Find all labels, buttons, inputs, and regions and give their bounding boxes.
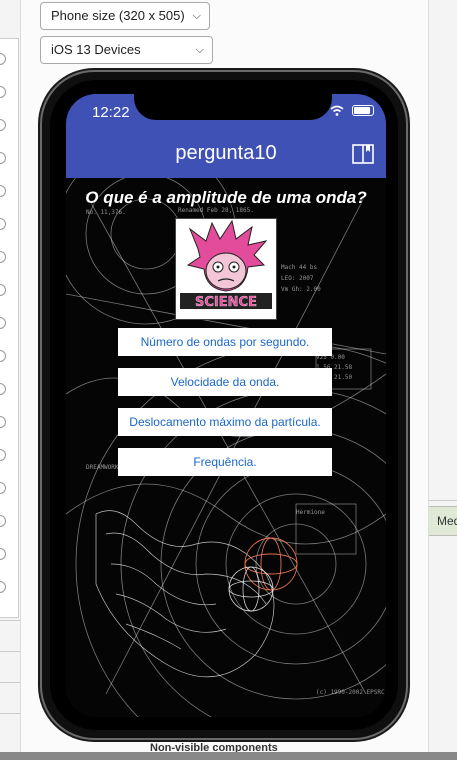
radio-item[interactable] [0, 383, 6, 395]
properties-tab-label: Med [437, 514, 457, 528]
properties-tab[interactable]: Med [429, 506, 457, 536]
radio-item[interactable] [0, 152, 6, 164]
phone-notch [134, 86, 332, 120]
book-icon[interactable] [352, 144, 374, 164]
battery-icon [352, 105, 374, 116]
radio-item[interactable] [0, 449, 6, 461]
device-theme-select[interactable]: iOS 13 Devices ⌵ [40, 36, 213, 64]
chevron-down-icon: ⌵ [195, 44, 204, 56]
radio-item[interactable] [0, 86, 6, 98]
svg-text:LEO: 2007: LEO: 2007 [281, 275, 314, 282]
svg-text:Vm Gh: 2.00: Vm Gh: 2.00 [281, 286, 321, 293]
answer-button-1[interactable]: Número de ondas por segundo. [118, 328, 332, 356]
radio-item[interactable] [0, 251, 6, 263]
radio-item[interactable] [0, 317, 6, 329]
radio-item[interactable] [0, 416, 6, 428]
science-logo-text: SCIENCE [195, 295, 257, 310]
radio-item[interactable] [0, 515, 6, 527]
radio-item[interactable] [0, 350, 6, 362]
svg-text:Hermione: Hermione [296, 509, 325, 516]
wifi-icon [330, 105, 344, 116]
device-size-select[interactable]: Phone size (320 x 505) ⌵ [40, 2, 210, 30]
radio-item[interactable] [0, 53, 6, 65]
svg-text:Mach 44 bs: Mach 44 bs [281, 264, 318, 271]
screen-title: pergunta10 [175, 142, 277, 164]
answer-button-2[interactable]: Velocidade da onda. [118, 368, 332, 396]
radio-item[interactable] [0, 185, 6, 197]
bottom-bar [0, 752, 457, 760]
status-time: 12:22 [92, 104, 130, 121]
phone-screen: No. 11,376. Renamed Feb 28, 1865. Mach 44… [66, 94, 386, 717]
radio-item[interactable] [0, 218, 6, 230]
device-theme-value: iOS 13 Devices [51, 42, 141, 57]
left-rows [0, 620, 20, 744]
app-title-bar: pergunta10 [66, 130, 386, 178]
component-list [0, 38, 19, 618]
divider [429, 500, 457, 501]
svg-text:No. 11,376.: No. 11,376. [86, 209, 126, 216]
radio-item[interactable] [0, 284, 6, 296]
chevron-down-icon: ⌵ [192, 10, 201, 22]
right-panel: Med [428, 0, 457, 760]
radio-item[interactable] [0, 119, 6, 131]
answer-button-3[interactable]: Deslocamento máximo da partícula. [118, 408, 332, 436]
left-row[interactable] [0, 682, 20, 713]
left-panel [0, 0, 20, 760]
question-label: O que é a amplitude de uma onda? [85, 188, 367, 207]
left-row[interactable] [0, 651, 20, 682]
svg-text:Renamed Feb 28, 1865.: Renamed Feb 28, 1865. [178, 207, 254, 214]
device-size-value: Phone size (320 x 505) [51, 8, 185, 23]
svg-text:(c) 1990-2002 EPSRC: (c) 1990-2002 EPSRC [316, 689, 385, 696]
left-row[interactable] [0, 713, 20, 744]
left-row[interactable] [0, 620, 20, 651]
status-icons [330, 102, 374, 118]
answer-button-4[interactable]: Frequência. [118, 448, 332, 476]
radio-item[interactable] [0, 482, 6, 494]
radio-item[interactable] [0, 581, 6, 593]
radio-item[interactable] [0, 548, 6, 560]
science-image: SCIENCE [175, 218, 277, 320]
science-artwork: SCIENCE [176, 219, 276, 319]
